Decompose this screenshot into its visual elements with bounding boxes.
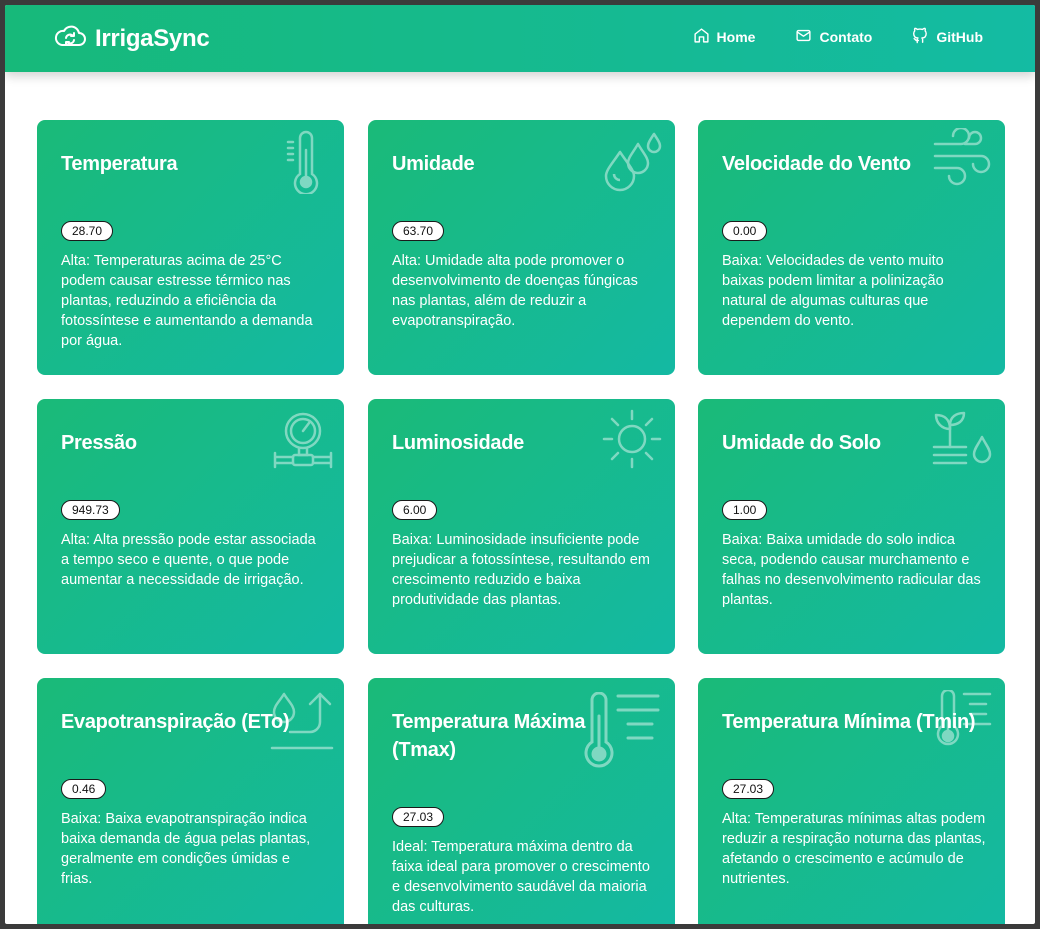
card-title: Velocidade do Vento bbox=[722, 153, 911, 175]
card-umidade-do-solo: Umidade do Solo 1.00 Baixa: Baixa umidad… bbox=[698, 399, 1005, 654]
nav-link-label: Contato bbox=[819, 29, 873, 45]
value-badge: 949.73 bbox=[61, 500, 120, 520]
value-badge: 1.00 bbox=[722, 500, 768, 520]
card-title: Umidade bbox=[392, 153, 475, 175]
nav-link-github[interactable]: GitHub bbox=[912, 27, 983, 47]
card-umidade: Umidade 63.70 Alta: Umidade alta pode pr… bbox=[368, 120, 675, 375]
nav-link-label: Home bbox=[716, 29, 756, 45]
card-pressao: Pressão 949.73 Alta: Alta pressão pode e… bbox=[37, 399, 344, 654]
value-badge: 0.00 bbox=[722, 221, 768, 241]
card-description: Ideal: Temperatura máxima dentro da faix… bbox=[392, 839, 650, 915]
card-description: Alta: Alta pressão pode estar associada … bbox=[61, 532, 316, 588]
card-description: Alta: Temperaturas mínimas altas podem r… bbox=[722, 811, 986, 887]
card-title: Umidade do Solo bbox=[722, 432, 881, 454]
card-temperatura-maxima: Temperatura Máxima (Tmax) 27.03 Ideal: T… bbox=[368, 678, 675, 924]
nav-link-label: GitHub bbox=[936, 29, 983, 45]
nav-link-home[interactable]: Home bbox=[693, 27, 756, 47]
navbar: IrrigaSync Home Contato GitHub bbox=[5, 5, 1035, 72]
brand[interactable]: IrrigaSync bbox=[53, 25, 210, 54]
card-title: Temperatura Mínima (Tmin) bbox=[722, 711, 976, 733]
card-luminosidade: Luminosidade 6.00 Baixa: Luminosidade in… bbox=[368, 399, 675, 654]
value-badge: 63.70 bbox=[392, 221, 445, 241]
card-description: Alta: Umidade alta pode promover o desen… bbox=[392, 253, 638, 329]
card-title: Evapotranspiração (ETo) bbox=[61, 711, 290, 733]
card-evapotranspiracao: Evapotranspiração (ETo) 0.46 Baixa: Baix… bbox=[37, 678, 344, 924]
card-description: Baixa: Velocidades de vento muito baixas… bbox=[722, 253, 944, 329]
card-description: Alta: Temperaturas acima de 25°C podem c… bbox=[61, 253, 313, 349]
github-icon bbox=[912, 27, 929, 47]
nav-links: Home Contato GitHub bbox=[693, 27, 983, 47]
value-badge: 28.70 bbox=[61, 221, 114, 241]
home-icon bbox=[693, 27, 710, 47]
value-badge: 27.03 bbox=[722, 779, 775, 799]
card-velocidade-do-vento: Velocidade do Vento 0.00 Baixa: Velocida… bbox=[698, 120, 1005, 375]
card-temperatura-minima: Temperatura Mínima (Tmin) 27.03 Alta: Te… bbox=[698, 678, 1005, 924]
mail-icon bbox=[795, 27, 812, 47]
card-title: Temperatura Máxima (Tmax) bbox=[392, 711, 586, 761]
card-title: Temperatura bbox=[61, 153, 178, 175]
card-temperatura: Temperatura 28.70 Alta: Temperaturas aci… bbox=[37, 120, 344, 375]
card-title: Pressão bbox=[61, 432, 137, 454]
card-description: Baixa: Baixa evapotranspiração indica ba… bbox=[61, 811, 311, 887]
value-badge: 0.46 bbox=[61, 779, 107, 799]
card-description: Baixa: Baixa umidade do solo indica seca… bbox=[722, 532, 981, 608]
cloud-sync-icon bbox=[53, 25, 87, 54]
nav-link-contato[interactable]: Contato bbox=[795, 27, 872, 47]
value-badge: 6.00 bbox=[392, 500, 438, 520]
browser-viewport: IrrigaSync Home Contato GitHub Temperatu… bbox=[5, 5, 1035, 924]
brand-name: IrrigaSync bbox=[95, 25, 210, 52]
card-description: Baixa: Luminosidade insuficiente pode pr… bbox=[392, 532, 650, 608]
value-badge: 27.03 bbox=[392, 807, 445, 827]
card-title: Luminosidade bbox=[392, 432, 524, 454]
